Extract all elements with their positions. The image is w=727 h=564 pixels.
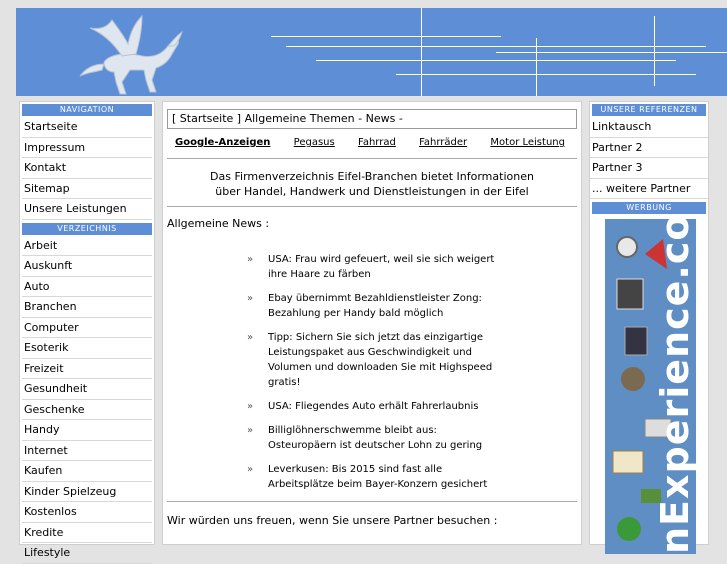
link-fahrrad[interactable]: Fahrrad [358, 137, 396, 148]
news-item[interactable]: » Billiglöhnerschwemme bleibt aus: Osteur… [247, 423, 497, 453]
bullet-icon: » [247, 401, 254, 412]
navigation-menu: Startseite Impressum Kontakt Sitemap Uns… [20, 117, 154, 220]
news-item[interactable]: » USA: Fliegendes Auto erhält Fahrerlaubn… [247, 399, 497, 414]
nav-item-leistungen[interactable]: Unsere Leistungen [22, 199, 152, 220]
link-motor-leistung[interactable]: Motor Leistung [490, 137, 565, 148]
directory-item[interactable]: Kostenlos [22, 502, 152, 523]
directory-item[interactable]: Arbeit [22, 236, 152, 256]
ad-header: WERBUNG [592, 202, 706, 214]
news-text[interactable]: Tipp: Sichern Sie sich jetzt das einziga… [268, 332, 492, 388]
directory-item[interactable]: Auskunft [22, 256, 152, 277]
directory-item[interactable]: Kinder Spielzeug [22, 482, 152, 502]
directory-menu: Arbeit Auskunft Auto Branchen Computer Esoter… [20, 236, 154, 564]
reference-item[interactable]: Linktausch [590, 117, 708, 138]
bullet-icon: » [247, 293, 254, 304]
directory-item[interactable]: Kaufen [22, 461, 152, 482]
intro-line-2: über Handel, Handwerk und Dienstleistung… [215, 185, 529, 198]
news-item[interactable]: » Ebay übernimmt Bezahldienstleister Zong… [247, 291, 497, 321]
directory-item[interactable]: Handy [22, 420, 152, 441]
advertisement-banner[interactable]: nExperience.com [605, 219, 696, 554]
reference-item[interactable]: ... weitere Partner [590, 179, 708, 199]
nav-item-kontakt[interactable]: Kontakt [22, 158, 152, 179]
news-item[interactable]: » Tipp: Sichern Sie sich jetzt das einzig… [247, 330, 497, 390]
news-text[interactable]: Ebay übernimmt Bezahldienstleister Zong:… [268, 293, 482, 319]
news-list: » USA: Frau wird gefeuert, weil sie sich … [247, 252, 497, 492]
bullet-icon: » [247, 464, 254, 475]
news-text[interactable]: Leverkusen: Bis 2015 sind fast alle Arbe… [268, 464, 487, 490]
breadcrumb: [ Startseite ] Allgemeine Themen - News … [167, 109, 577, 129]
pegasus-logo [79, 14, 183, 95]
intro-line-1: Das Firmenverzeichnis Eifel-Branchen bie… [210, 170, 534, 183]
reference-item[interactable]: Partner 2 [590, 138, 708, 158]
reference-item[interactable]: Partner 3 [590, 158, 708, 179]
news-text[interactable]: Billiglöhnerschwemme bleibt aus: Osteuro… [268, 425, 482, 451]
directory-item[interactable]: Computer [22, 318, 152, 338]
ad-text: nExperience.com [653, 219, 696, 554]
intro-text: Das Firmenverzeichnis Eifel-Branchen bie… [167, 169, 577, 199]
nav-item-sitemap[interactable]: Sitemap [22, 179, 152, 199]
main-content: [ Startseite ] Allgemeine Themen - News … [162, 101, 582, 545]
link-google-anzeigen[interactable]: Google-Anzeigen [175, 137, 270, 148]
bullet-icon: » [247, 332, 254, 343]
directory-item[interactable]: Branchen [22, 297, 152, 318]
directory-header: VERZEICHNIS [22, 222, 152, 235]
nav-item-impressum[interactable]: Impressum [22, 138, 152, 158]
references-header: UNSERE REFERENZEN [592, 104, 706, 116]
news-text[interactable]: USA: Fliegendes Auto erhält Fahrerlaubni… [268, 401, 478, 412]
news-text[interactable]: USA: Frau wird gefeuert, weil sie sich w… [268, 254, 494, 280]
directory-item[interactable]: Freizeit [22, 359, 152, 379]
divider [167, 501, 577, 502]
directory-item[interactable]: Lifestyle [22, 543, 152, 564]
directory-item[interactable]: Internet [22, 441, 152, 461]
directory-item[interactable]: Kredite [22, 523, 152, 543]
directory-item[interactable]: Auto [22, 277, 152, 297]
bullet-icon: » [247, 254, 254, 265]
link-pegasus[interactable]: Pegasus [294, 137, 335, 148]
divider [167, 158, 577, 159]
news-heading: Allgemeine News : [167, 217, 270, 230]
news-item[interactable]: » USA: Frau wird gefeuert, weil sie sich … [247, 252, 497, 282]
navigation-header: NAVIGATION [22, 104, 152, 116]
directory-item[interactable]: Gesundheit [22, 379, 152, 400]
divider [167, 206, 577, 207]
directory-item[interactable]: Esoterik [22, 338, 152, 359]
topic-links: Google-Anzeigen Pegasus Fahrrad Fahrräde… [175, 137, 565, 148]
site-header [16, 8, 727, 96]
directory-item[interactable]: Geschenke [22, 400, 152, 420]
references-menu: Linktausch Partner 2 Partner 3... weitere … [590, 117, 708, 199]
nav-item-startseite[interactable]: Startseite [22, 117, 152, 138]
left-sidebar: NAVIGATION Startseite Impressum Kontakt … [19, 101, 155, 564]
right-sidebar: UNSERE REFERENZEN Linktausch Partner 2 Par… [589, 101, 709, 554]
bullet-icon: » [247, 425, 254, 436]
partner-text: Wir würden uns freuen, wenn Sie unsere P… [167, 514, 498, 527]
link-fahrraeder[interactable]: Fahrräder [419, 137, 467, 148]
news-item[interactable]: » Leverkusen: Bis 2015 sind fast alle Arb… [247, 462, 497, 492]
